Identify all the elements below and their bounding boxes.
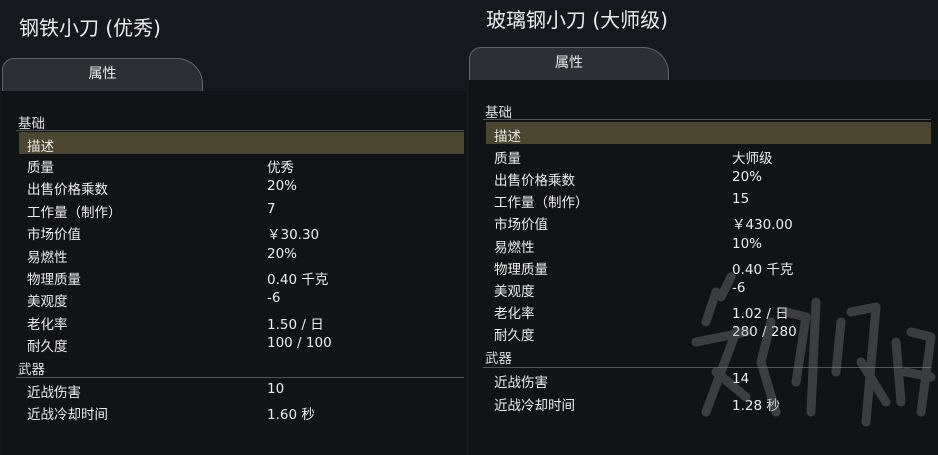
stat-row-deterioration-rate[interactable]: 老化率 1.50 / 日 <box>19 310 464 333</box>
stat-value: ￥430.00 <box>732 217 793 233</box>
stat-row-quality[interactable]: 质量 大师级 <box>486 144 931 167</box>
item-info-panel-right: 玻璃钢小刀 (大师级) 属性 基础 描述 质量 大师级 出售价格乘数 20% 工… <box>466 0 938 455</box>
item-title: 玻璃钢小刀 (大师级) <box>486 8 668 32</box>
stat-value: 280 / 280 <box>732 324 797 340</box>
stat-value: 大师级 <box>732 151 773 167</box>
stat-label: 描述 <box>494 129 521 145</box>
item-title: 钢铁小刀 (优秀) <box>19 16 161 40</box>
stat-row-market-value[interactable]: 市场价值 ￥430.00 <box>486 210 931 233</box>
section-weapon-label: 武器 <box>18 362 45 378</box>
stat-label: 物理质量 <box>494 262 548 278</box>
section-basic-label: 基础 <box>18 116 45 132</box>
stats-list: 基础 描述 质量 大师级 出售价格乘数 20% 工作量（制作） 15 市场价值 … <box>469 80 938 455</box>
stat-label: 老化率 <box>494 306 535 322</box>
stat-value: 0.40 千克 <box>267 272 329 288</box>
stat-value: 1.28 秒 <box>732 398 780 414</box>
stat-row-market-value[interactable]: 市场价值 ￥30.30 <box>19 220 464 243</box>
stat-label: 出售价格乘数 <box>27 182 108 198</box>
item-info-panel-left: 钢铁小刀 (优秀) 属性 基础 描述 质量 优秀 出售价格乘数 20% 工作量（… <box>0 0 466 455</box>
stat-value: 优秀 <box>267 160 294 176</box>
divider <box>16 130 464 131</box>
stats-list: 基础 描述 质量 优秀 出售价格乘数 20% 工作量（制作） 7 市场价值 ￥3… <box>2 91 466 455</box>
stat-row-melee-cooldown[interactable]: 近战冷却时间 1.28 秒 <box>486 391 931 414</box>
stat-row-work-to-make[interactable]: 工作量（制作） 15 <box>486 188 931 211</box>
stat-label: 市场价值 <box>494 217 548 233</box>
stat-row-mass[interactable]: 物理质量 0.40 千克 <box>19 265 464 288</box>
stat-row-melee-damage[interactable]: 近战伤害 14 <box>486 368 931 391</box>
stat-row-beauty[interactable]: 美观度 -6 <box>19 287 464 310</box>
stat-row-flammability[interactable]: 易燃性 20% <box>19 243 464 266</box>
stat-label: 工作量（制作） <box>494 195 589 211</box>
stat-value: 15 <box>732 191 750 207</box>
stat-value: 20% <box>267 246 298 262</box>
stat-row-durability[interactable]: 耐久度 100 / 100 <box>19 332 464 355</box>
stat-label: 近战伤害 <box>27 385 81 401</box>
stat-label: 美观度 <box>27 294 68 310</box>
stat-label: 工作量（制作） <box>27 205 122 221</box>
stat-label: 耐久度 <box>27 339 68 355</box>
divider <box>483 119 931 120</box>
stat-value: 100 / 100 <box>267 335 332 351</box>
stat-value: 20% <box>732 169 763 185</box>
tab-stats[interactable]: 属性 <box>2 58 203 91</box>
section-basic-label: 基础 <box>485 105 512 121</box>
stat-value: 10 <box>267 381 285 397</box>
section-weapon-label: 武器 <box>485 351 512 367</box>
stat-value: -6 <box>267 290 281 306</box>
stat-row-deterioration-rate[interactable]: 老化率 1.02 / 日 <box>486 299 931 322</box>
stat-value: 0.40 千克 <box>732 262 794 278</box>
stat-row-sell-price-multiplier[interactable]: 出售价格乘数 20% <box>19 175 464 198</box>
stat-label: 老化率 <box>27 317 68 333</box>
stat-row-sell-price-multiplier[interactable]: 出售价格乘数 20% <box>486 166 931 189</box>
stat-label: 出售价格乘数 <box>494 173 575 189</box>
stat-row-beauty[interactable]: 美观度 -6 <box>486 277 931 300</box>
stat-value: 1.60 秒 <box>267 407 315 423</box>
stat-row-work-to-make[interactable]: 工作量（制作） 7 <box>19 198 464 221</box>
stat-label: 物理质量 <box>27 272 81 288</box>
stat-label: 质量 <box>27 160 54 176</box>
stat-row-description[interactable]: 描述 <box>19 132 464 155</box>
stat-value: 1.02 / 日 <box>732 306 789 322</box>
tab-stats[interactable]: 属性 <box>469 47 669 80</box>
stat-row-melee-damage[interactable]: 近战伤害 10 <box>19 378 464 401</box>
stat-value: 7 <box>267 201 276 217</box>
stat-label: 耐久度 <box>494 328 535 344</box>
stat-value: 20% <box>267 178 298 194</box>
stat-row-durability[interactable]: 耐久度 280 / 280 <box>486 321 931 344</box>
stat-label: 近战伤害 <box>494 375 548 391</box>
stat-label: 近战冷却时间 <box>27 407 108 423</box>
stat-label: 质量 <box>494 151 521 167</box>
stat-row-quality[interactable]: 质量 优秀 <box>19 153 464 176</box>
stat-row-mass[interactable]: 物理质量 0.40 千克 <box>486 255 931 278</box>
stat-value: 10% <box>732 236 763 252</box>
stat-row-melee-cooldown[interactable]: 近战冷却时间 1.60 秒 <box>19 400 464 423</box>
stat-label: 美观度 <box>494 284 535 300</box>
stat-label: 近战冷却时间 <box>494 398 575 414</box>
stat-row-flammability[interactable]: 易燃性 10% <box>486 233 931 256</box>
stat-label: 易燃性 <box>27 250 68 266</box>
stat-value: 14 <box>732 371 750 387</box>
stat-label: 市场价值 <box>27 227 81 243</box>
stat-label: 易燃性 <box>494 240 535 256</box>
stat-value: -6 <box>732 280 746 296</box>
stat-label: 描述 <box>27 139 54 155</box>
stat-value: 1.50 / 日 <box>267 317 324 333</box>
stat-value: ￥30.30 <box>267 227 320 243</box>
stat-row-description[interactable]: 描述 <box>486 122 931 145</box>
